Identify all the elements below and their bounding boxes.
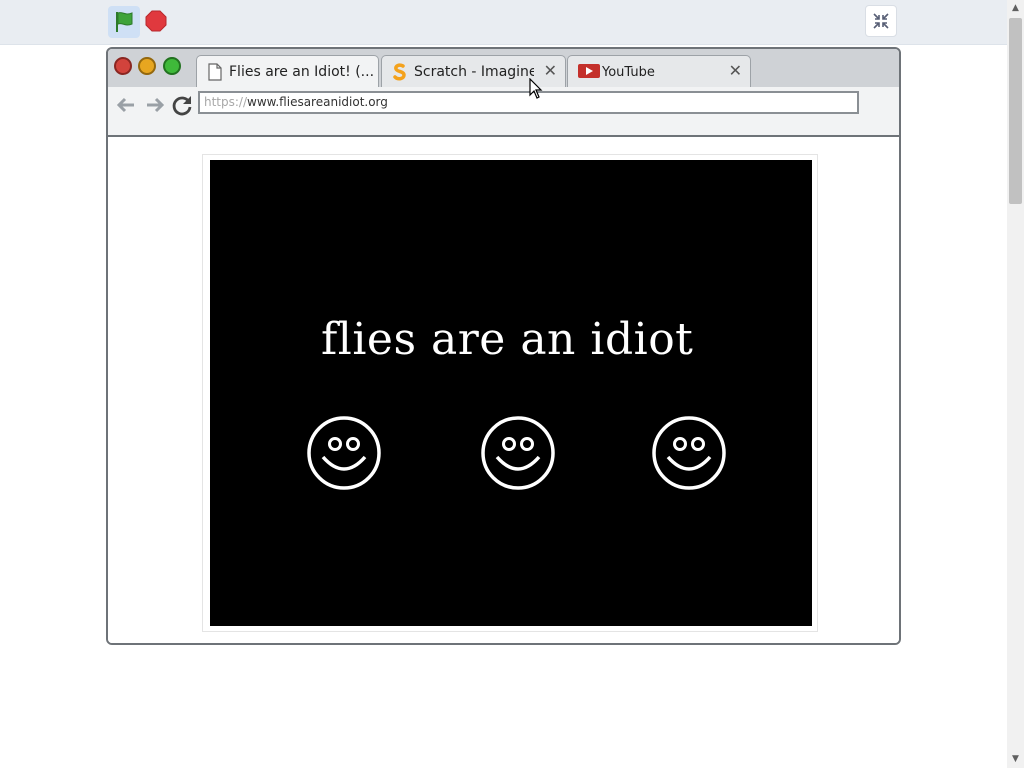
green-flag-button[interactable] bbox=[108, 6, 140, 38]
close-window-button[interactable] bbox=[114, 57, 132, 75]
tab-youtube[interactable]: YouTube ✕ bbox=[567, 55, 751, 87]
youtube-icon bbox=[578, 63, 600, 83]
address-protocol: https:// bbox=[204, 95, 248, 109]
scroll-down-icon[interactable]: ▼ bbox=[1007, 751, 1024, 768]
tab-strip: Flies are an Idiot! (... Scratch - Imagi… bbox=[108, 49, 899, 88]
page-scrollbar[interactable]: ▲ ▼ bbox=[1007, 0, 1024, 768]
scratch-toolbar bbox=[0, 0, 1007, 45]
page-content: flies are an idiot bbox=[108, 137, 899, 643]
forward-arrow-icon[interactable] bbox=[143, 93, 167, 117]
stage: flies are an idiot bbox=[210, 160, 812, 626]
tab-close-icon[interactable]: ✕ bbox=[544, 61, 557, 80]
scroll-up-icon[interactable]: ▲ bbox=[1007, 0, 1024, 17]
minimize-window-button[interactable] bbox=[138, 57, 156, 75]
tab-flies-are-an-idiot[interactable]: Flies are an Idiot! (... bbox=[196, 55, 379, 88]
tab-label: Flies are an Idiot! (... bbox=[229, 64, 375, 80]
maximize-window-button[interactable] bbox=[163, 57, 181, 75]
stage-frame: flies are an idiot bbox=[202, 154, 818, 632]
green-flag-icon bbox=[116, 12, 133, 32]
stop-button[interactable] bbox=[145, 10, 167, 32]
browser-toolbar: https://www.fliesareanidiot.org bbox=[108, 87, 899, 137]
page-icon bbox=[207, 63, 223, 85]
address-host: www.fliesareanidiot.org bbox=[247, 95, 388, 109]
scratch-icon bbox=[392, 63, 408, 85]
browser-window: Flies are an Idiot! (... Scratch - Imagi… bbox=[106, 47, 901, 645]
back-arrow-icon[interactable] bbox=[114, 93, 138, 117]
headline: flies are an idiot bbox=[321, 314, 694, 365]
reload-icon[interactable] bbox=[170, 93, 194, 117]
smiley-icon bbox=[652, 416, 726, 490]
stop-icon bbox=[145, 10, 167, 32]
tab-label: Scratch - Imagine bbox=[414, 64, 534, 80]
exit-fullscreen-icon bbox=[873, 13, 889, 29]
tab-close-icon[interactable]: ✕ bbox=[729, 61, 742, 80]
exit-fullscreen-button[interactable] bbox=[865, 5, 897, 37]
smiley-icon bbox=[307, 416, 381, 490]
mouse-cursor-icon bbox=[529, 78, 543, 99]
scrollbar-thumb[interactable] bbox=[1009, 18, 1022, 204]
tab-label: YouTube bbox=[602, 65, 655, 80]
smiley-icon bbox=[481, 416, 555, 490]
